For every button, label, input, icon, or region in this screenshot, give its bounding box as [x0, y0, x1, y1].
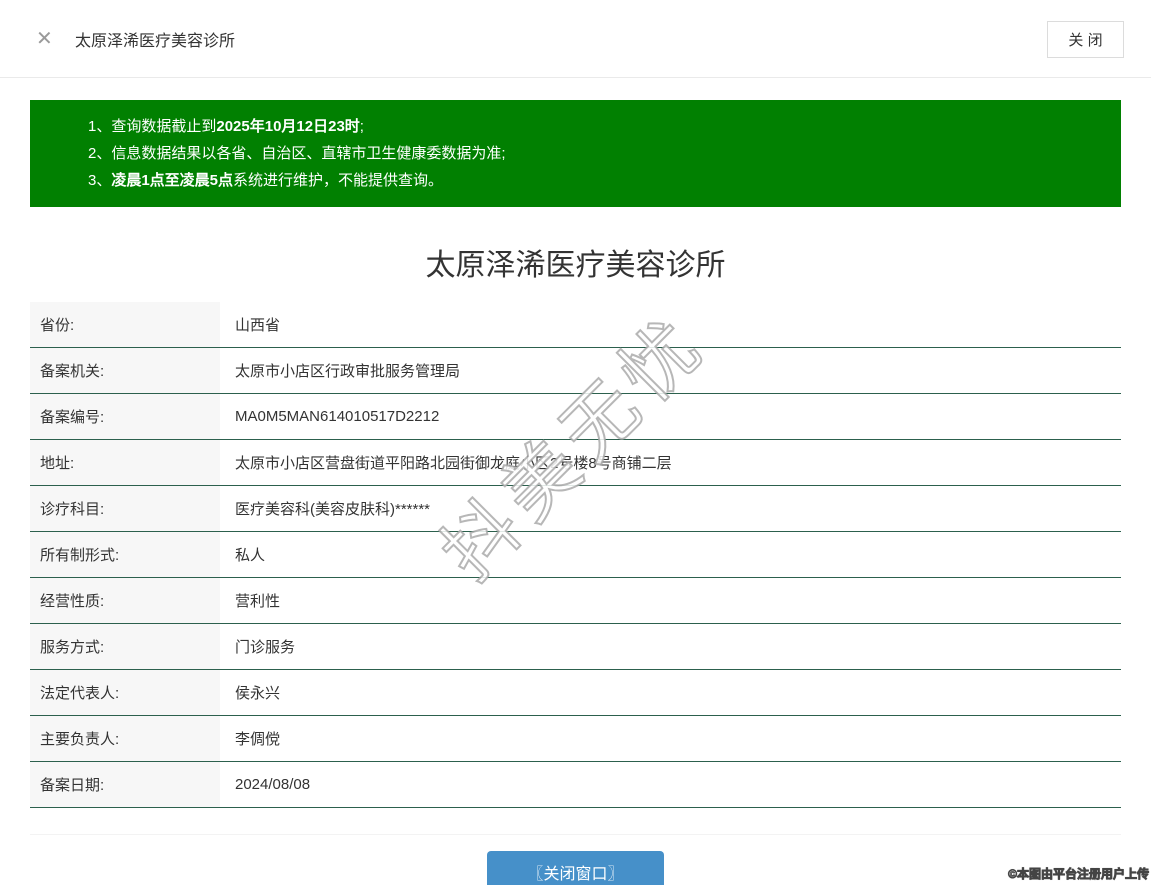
notice-line-1-bold: 2025年10月12日23时 [216, 118, 360, 135]
notice-line-1-num: 1、 [88, 118, 112, 135]
row-label: 备案日期: [30, 762, 220, 807]
row-value: 2024/08/08 [235, 776, 311, 793]
notice-line-2: 2、信息数据结果以各省、自治区、直辖市卫生健康委数据为准; [88, 140, 1101, 167]
content: 1、查询数据截止到2025年10月12日23时; 2、信息数据结果以各省、自治区… [0, 100, 1151, 808]
notice-line-1-text: 查询数据截止到 [111, 118, 217, 135]
row-label: 省份: [30, 302, 220, 347]
info-table: 省份: 山西省 备案机关: 太原市小店区行政审批服务管理局 备案编号: MA0M… [30, 302, 1121, 808]
row-value: MA0M5MAN614010517D2212 [235, 408, 440, 425]
row-label: 备案机关: [30, 348, 220, 393]
row-value: 太原市小店区行政审批服务管理局 [235, 363, 461, 380]
row-value: 山西省 [235, 317, 281, 334]
notice-line-2-num: 2、 [88, 145, 112, 162]
table-row-address: 地址: 太原市小店区营盘街道平阳路北园街御龙庭小区2号楼8号商铺二层 [30, 440, 1121, 486]
window-title: 太原泽浠医疗美容诊所 [75, 32, 236, 50]
row-label: 法定代表人: [30, 670, 220, 715]
close-button[interactable]: 关 闭 [1047, 21, 1124, 58]
row-value: 太原市小店区营盘街道平阳路北园街御龙庭小区2号楼8号商铺二层 [235, 455, 672, 472]
table-row-service-mode: 服务方式: 门诊服务 [30, 624, 1121, 670]
row-value: 李倜傥 [235, 731, 281, 748]
row-label: 诊疗科目: [30, 486, 220, 531]
table-row-province: 省份: 山西省 [30, 302, 1121, 348]
page: ✕ 太原泽浠医疗美容诊所 关 闭 1、查询数据截止到2025年10月12日23时… [0, 0, 1151, 885]
table-row-filing-date: 备案日期: 2024/08/08 [30, 762, 1121, 808]
table-row-departments: 诊疗科目: 医疗美容科(美容皮肤科)****** [30, 486, 1121, 532]
notice-line-3: 3、凌晨1点至凌晨5点系统进行维护，不能提供查询。 [88, 167, 1101, 194]
table-row-legal-representative: 法定代表人: 侯永兴 [30, 670, 1121, 716]
notice-line-1-post: ; [359, 118, 364, 135]
table-row-main-person: 主要负责人: 李倜傥 [30, 716, 1121, 762]
close-window-button[interactable]: 〖关闭窗口〗 [487, 851, 664, 885]
table-row-ownership: 所有制形式: 私人 [30, 532, 1121, 578]
row-label: 服务方式: [30, 624, 220, 669]
close-icon[interactable]: ✕ [36, 29, 53, 49]
table-row-filing-authority: 备案机关: 太原市小店区行政审批服务管理局 [30, 348, 1121, 394]
row-label: 备案编号: [30, 394, 220, 439]
row-value: 门诊服务 [235, 639, 296, 656]
row-value: 医疗美容科(美容皮肤科)****** [235, 501, 431, 518]
row-value: 侯永兴 [235, 685, 281, 702]
row-label: 经营性质: [30, 578, 220, 623]
row-value: 私人 [235, 547, 266, 564]
row-value: 营利性 [235, 593, 281, 610]
page-title: 太原泽浠医疗美容诊所 [425, 249, 726, 282]
upload-note-watermark: ©本图由平台注册用户上传 [1008, 867, 1150, 882]
notice-line-2-text: 信息数据结果以各省、自治区、直辖市卫生健康委数据为准; [111, 145, 506, 162]
table-row-filing-number: 备案编号: MA0M5MAN614010517D2212 [30, 394, 1121, 440]
notice-line-3-post: 系统进行维护，不能提供查询。 [233, 172, 444, 189]
row-label: 主要负责人: [30, 716, 220, 761]
notice-line-3-bold: 凌晨1点至凌晨5点 [111, 172, 234, 189]
notice-line-3-num: 3、 [88, 172, 112, 189]
footer: 〖关闭窗口〗 [30, 834, 1121, 885]
row-label: 所有制形式: [30, 532, 220, 577]
notice-line-1: 1、查询数据截止到2025年10月12日23时; [88, 113, 1101, 140]
row-label: 地址: [30, 440, 220, 485]
window-header: ✕ 太原泽浠医疗美容诊所 关 闭 [0, 0, 1151, 78]
notice-banner: 1、查询数据截止到2025年10月12日23时; 2、信息数据结果以各省、自治区… [30, 100, 1121, 207]
table-row-business-nature: 经营性质: 营利性 [30, 578, 1121, 624]
